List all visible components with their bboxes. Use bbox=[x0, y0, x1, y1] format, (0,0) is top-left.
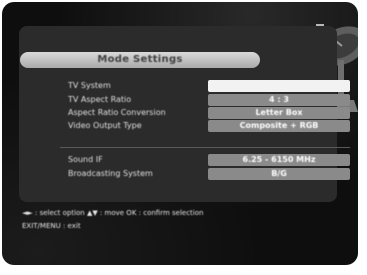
aspect-conversion-value: Letter Box bbox=[255, 108, 303, 117]
section-divider bbox=[60, 147, 350, 148]
video-output-value: Composite + RGB bbox=[239, 121, 319, 130]
row-label-aspect-conversion: Aspect Ratio Conversion bbox=[68, 108, 166, 117]
help-line-navigation: ◄► : select option ▲▼ : move OK : confir… bbox=[22, 209, 204, 217]
menu-title: Mode Settings bbox=[97, 54, 183, 65]
sound-if-value: 6.25 - 6150 MHz bbox=[242, 155, 316, 164]
aspect-ratio-value: 4 : 3 bbox=[269, 95, 289, 104]
row-label-tv-system: TV System bbox=[68, 81, 111, 90]
row-label-aspect-ratio: TV Aspect Ratio bbox=[68, 95, 132, 104]
broadcasting-system-value: B/G bbox=[271, 169, 287, 178]
row-label-broadcasting-system: Broadcasting System bbox=[68, 169, 153, 178]
row-label-sound-if: Sound IF bbox=[68, 155, 103, 164]
tv-system-value bbox=[208, 80, 350, 92]
row-label-video-output: Video Output Type bbox=[68, 121, 142, 130]
help-line-exit: EXIT/MENU : exit bbox=[22, 222, 81, 230]
